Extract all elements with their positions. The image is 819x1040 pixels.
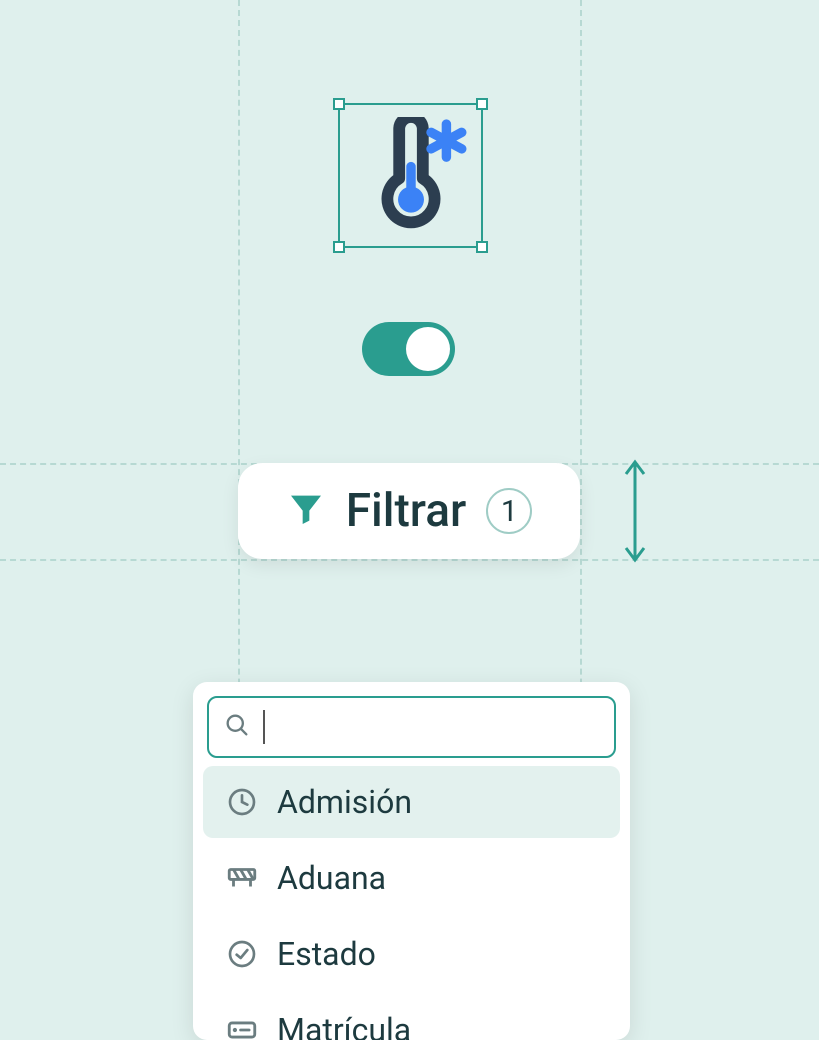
dropdown-option-label: Matrícula — [277, 1011, 411, 1040]
search-icon — [223, 711, 251, 743]
filter-button-label: Filtrar — [346, 484, 467, 538]
dropdown-option-label: Aduana — [277, 859, 386, 897]
icon-selection-box[interactable] — [338, 103, 483, 248]
text-cursor — [263, 710, 265, 744]
height-measure-arrow — [620, 456, 650, 566]
dropdown-option-matricula[interactable]: Matrícula — [203, 994, 620, 1040]
filter-dropdown: Admisión Aduana Estado Matrícula — [193, 682, 630, 1040]
dropdown-option-label: Admisión — [277, 783, 412, 821]
license-plate-icon — [225, 1013, 259, 1040]
check-circle-icon — [225, 937, 259, 971]
dropdown-option-aduana[interactable]: Aduana — [203, 842, 620, 914]
toggle-switch[interactable] — [362, 322, 455, 376]
dropdown-option-label: Estado — [277, 935, 376, 973]
dropdown-search-input[interactable] — [207, 696, 616, 758]
guide-horizontal-bottom — [0, 559, 819, 561]
filter-button[interactable]: Filtrar 1 — [238, 463, 580, 559]
dropdown-option-admision[interactable]: Admisión — [203, 766, 620, 838]
filter-icon — [286, 489, 326, 533]
clock-icon — [225, 785, 259, 819]
filter-count-badge: 1 — [486, 488, 532, 534]
barrier-icon — [225, 861, 259, 895]
dropdown-option-estado[interactable]: Estado — [203, 918, 620, 990]
filter-count-value: 1 — [501, 494, 518, 529]
thermometer-cold-icon — [340, 105, 481, 246]
toggle-knob — [406, 327, 450, 371]
